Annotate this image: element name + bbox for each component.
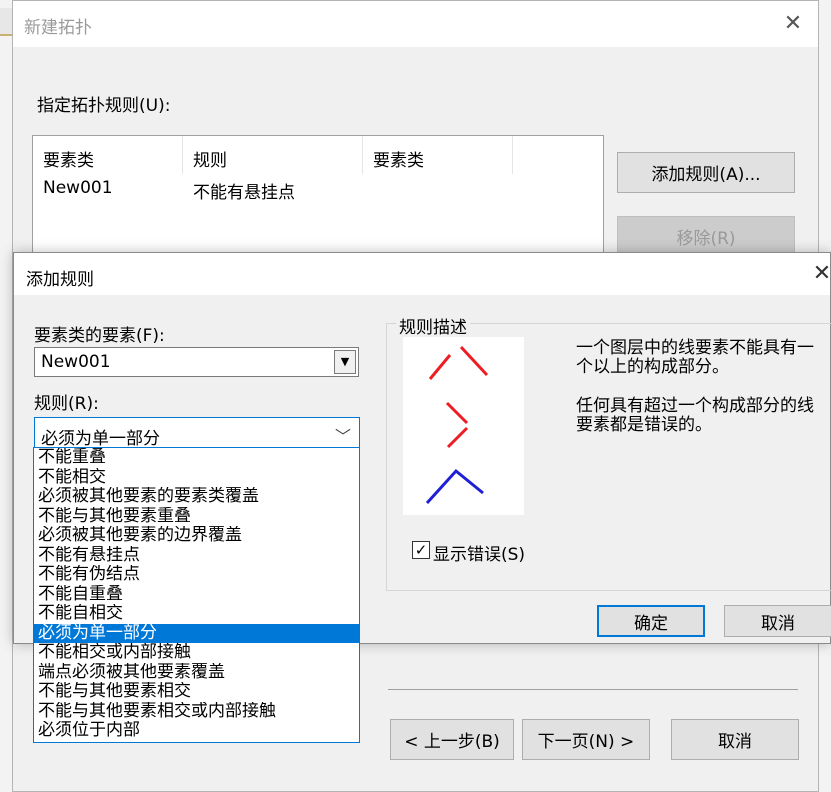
error-line-segment [428,354,452,380]
show-errors-label[interactable]: 显示错误(S) [433,540,525,565]
add-rule-button[interactable]: 添加规则(A)... [617,152,795,193]
error-line-segment [446,426,469,449]
checkmark-icon: ✓ [414,541,428,559]
title-bar: 新建拓扑 ✕ [13,1,818,47]
row-feature-class[interactable]: New001 [43,178,113,198]
rule-option[interactable]: 必须被其他要素的边界覆盖 [34,526,359,546]
show-errors-checkbox[interactable]: ✓ [412,541,430,559]
rule-preview-image [403,337,524,515]
next-button[interactable]: 下一页(N) > [522,719,650,760]
error-line-segment [445,401,469,425]
topology-rules-list[interactable]: 要素类 规则 要素类 New001 不能有悬挂点 [32,135,604,260]
remove-button: 移除(R) [617,216,795,257]
rule-description-text-1: 一个图层中的线要素不能具有一个以上的构成部分。 [576,338,814,377]
rule-option[interactable]: 不能与其他要素相交 [34,682,359,702]
ok-button[interactable]: 确定 [597,605,705,637]
rule-combobox[interactable]: 必须为单一部分 ﹀ [34,417,360,449]
rule-option[interactable]: 不能与其他要素重叠 [34,507,359,527]
rule-illustration-icon [425,345,489,505]
rule-option[interactable]: 不能相交 [34,468,359,488]
divider [388,689,798,690]
rule-option[interactable]: 端点必须被其他要素覆盖 [34,663,359,683]
feature-class-value: New001 [41,352,111,372]
rule-description-text-2: 任何具有超过一个构成部分的线要素都是错误的。 [576,396,814,435]
title-bar: 添加规则 ✕ [14,253,831,295]
rule-option[interactable]: 不能有伪结点 [34,565,359,585]
rule-option[interactable]: 不能重叠 [34,448,359,468]
cancel-button[interactable]: 取消 [671,719,799,760]
column-header-rule[interactable]: 规则 [183,136,363,174]
feature-class-combobox[interactable]: New001 ▼ [34,347,359,377]
rule-option[interactable]: 不能相交或内部接触 [34,643,359,663]
close-icon[interactable]: ✕ [810,259,831,289]
rule-option[interactable]: 必须被其他要素的要素类覆盖 [34,487,359,507]
rule-option[interactable]: 不能有悬挂点 [34,546,359,566]
background-toolbar-icon [0,8,12,36]
cancel-button[interactable]: 取消 [724,605,831,637]
rule-option[interactable]: 不能自相交 [34,604,359,624]
dialog-title: 添加规则 [26,270,94,290]
rule-option[interactable]: 必须为单一部分 [34,623,359,643]
rule-option[interactable]: 必须位于内部 [34,721,359,741]
rule-option[interactable]: 不能自重叠 [34,585,359,605]
row-rule[interactable]: 不能有悬挂点 [193,178,295,203]
close-icon[interactable]: ✕ [778,9,808,39]
background-window-edge [0,0,12,792]
dialog-title: 新建拓扑 [24,18,92,38]
rule-description-title: 规则描述 [396,313,470,338]
feature-class-label: 要素类的要素(F): [34,326,165,346]
column-header-feature-class-2[interactable]: 要素类 [363,136,513,174]
column-header-feature-class[interactable]: 要素类 [33,136,183,174]
specify-rules-label: 指定拓扑规则(U): [37,96,171,116]
rule-value: 必须为单一部分 [41,429,160,449]
rule-option[interactable]: 不能与其他要素相交或内部接触 [34,702,359,722]
error-line-segment [459,345,489,377]
rule-label: 规则(R): [34,394,99,414]
valid-line [425,468,484,505]
chevron-down-icon[interactable]: ▼ [334,350,356,374]
chevron-down-icon[interactable]: ﹀ [335,423,351,447]
rule-dropdown-list[interactable]: 不能重叠 不能相交 必须被其他要素的要素类覆盖 不能与其他要素重叠 必须被其他要素的边界… [33,447,360,743]
back-button[interactable]: < 上一步(B) [390,719,514,760]
